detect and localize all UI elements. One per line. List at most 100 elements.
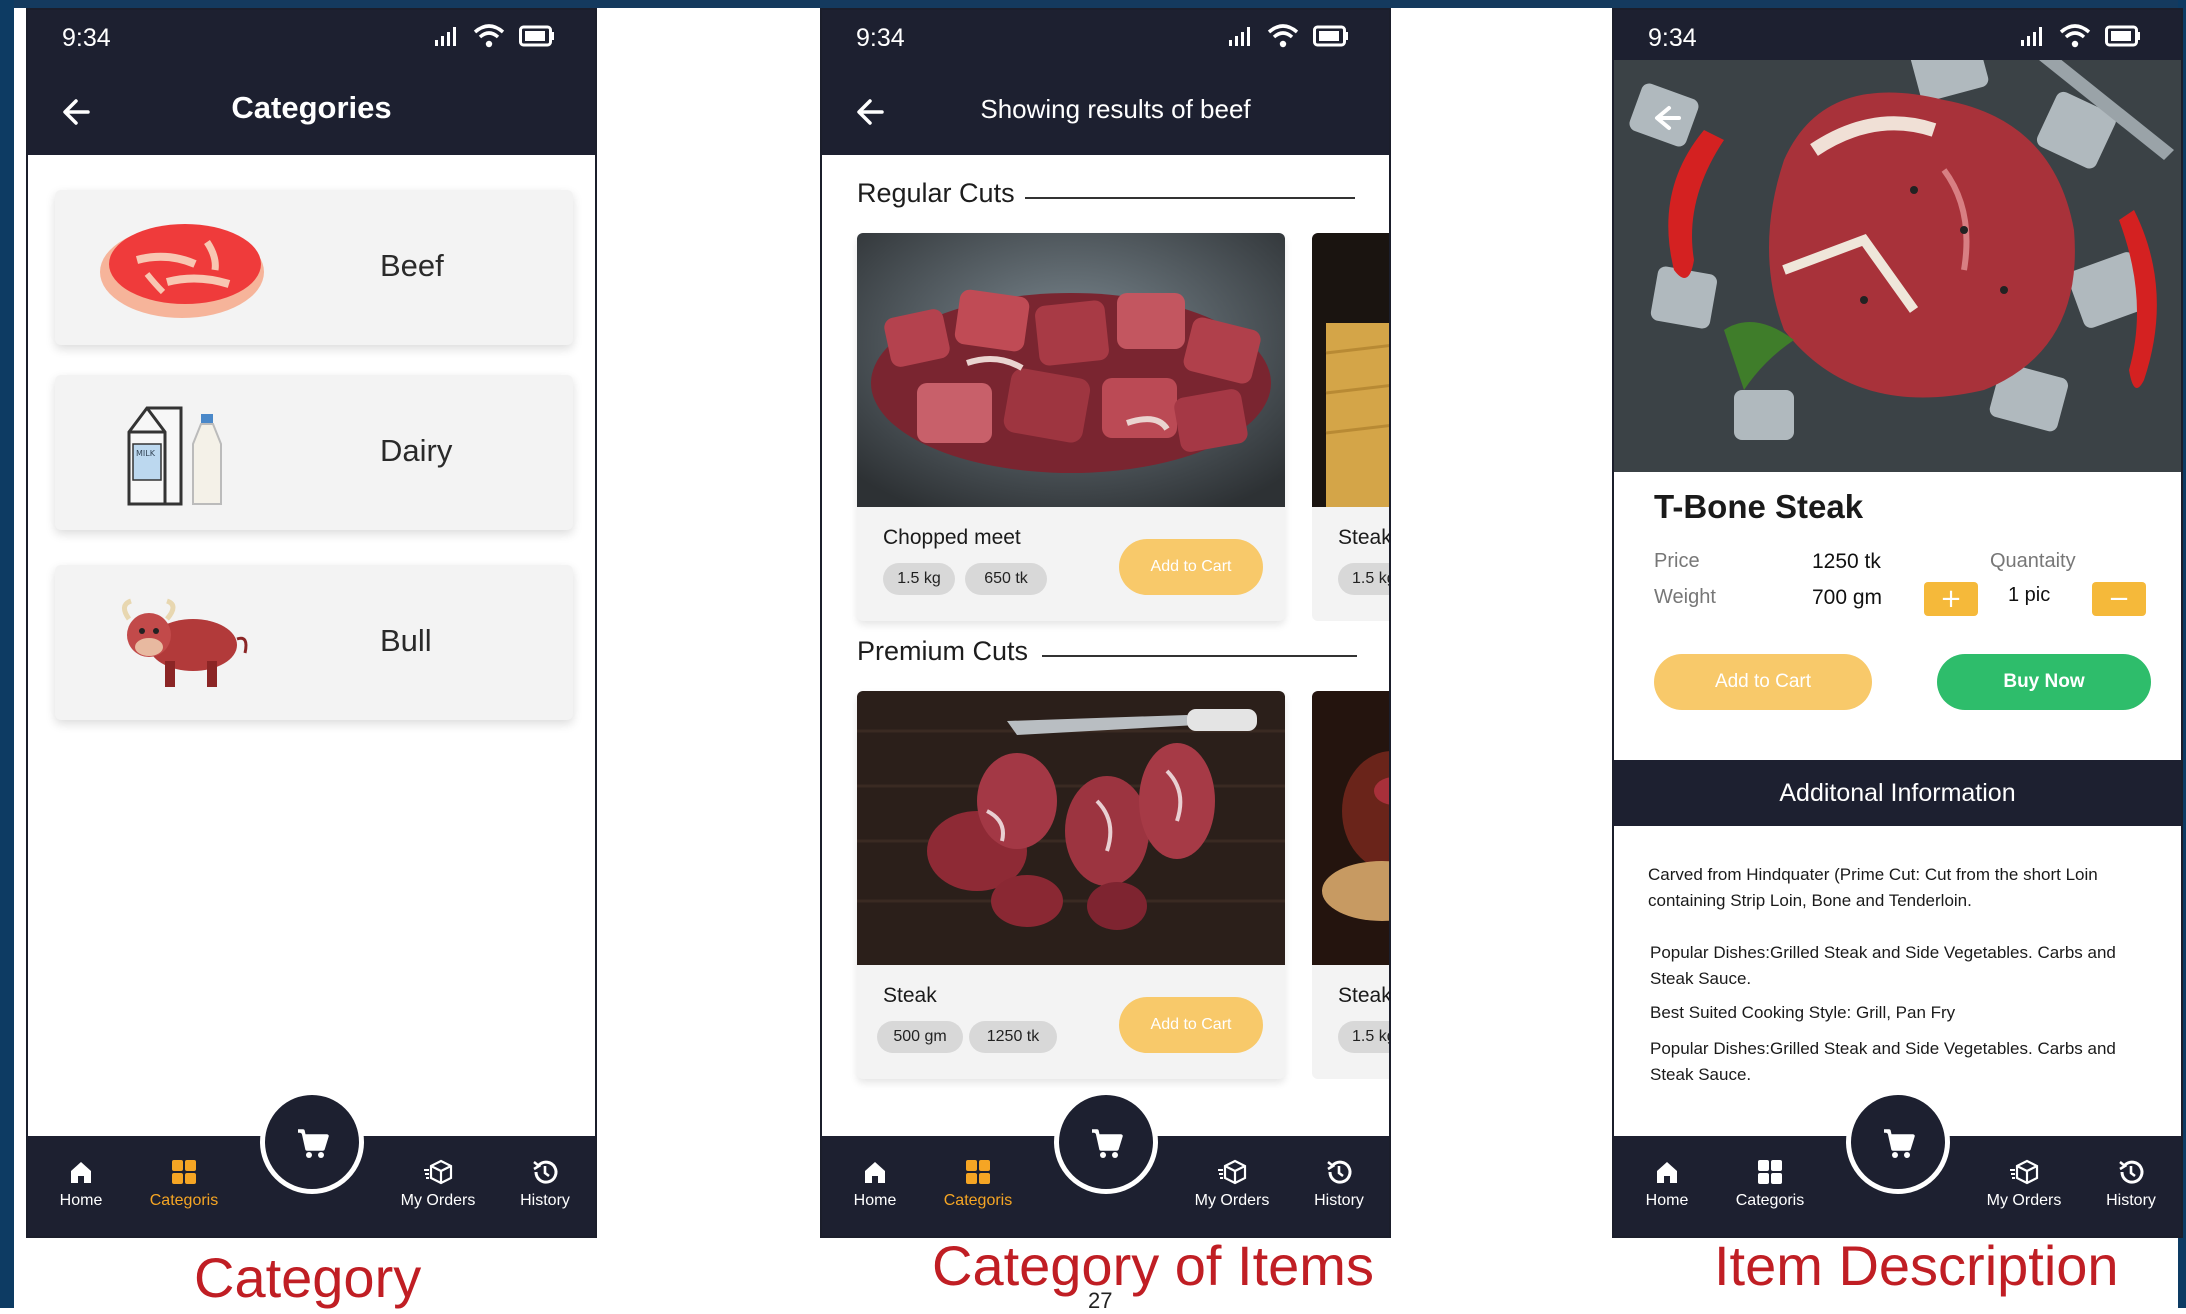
nav-home[interactable]: Home xyxy=(36,1158,126,1210)
wifi-icon xyxy=(473,24,505,48)
battery-icon xyxy=(2105,25,2140,47)
signal-icon xyxy=(1229,27,1250,46)
nav-label: Categoris xyxy=(149,1192,219,1209)
nav-label: Categoris xyxy=(1735,1192,1805,1209)
cart-icon xyxy=(1883,1129,1915,1158)
nav-history[interactable]: History xyxy=(2086,1158,2176,1210)
nav-label: Home xyxy=(59,1192,103,1209)
nav-my-orders[interactable]: My Orders xyxy=(1979,1158,2069,1210)
product-card-peek[interactable]: Steak 1.5 kg xyxy=(1312,691,1391,1079)
package-icon xyxy=(424,1159,453,1185)
product-name: Steak xyxy=(883,984,937,1007)
weight-chip: 1.5 kg xyxy=(1338,1021,1389,1053)
grid-icon xyxy=(172,1160,196,1184)
nav-categories[interactable]: Categoris xyxy=(139,1158,229,1210)
nav-my-orders[interactable]: My Orders xyxy=(393,1158,483,1210)
buy-now-button[interactable]: Buy Now xyxy=(1937,654,2151,710)
quantity-plus-button[interactable]: + xyxy=(1924,582,1978,616)
package-icon xyxy=(1218,1159,1247,1185)
nav-history[interactable]: History xyxy=(1294,1158,1384,1210)
milk-carton-text: MILK xyxy=(136,449,156,458)
product-name: Steak xyxy=(1338,984,1391,1007)
weight-chip: 500 gm xyxy=(877,1021,963,1053)
nav-my-orders[interactable]: My Orders xyxy=(1187,1158,1277,1210)
home-icon xyxy=(865,1162,885,1183)
section-title-premium: Premium Cuts xyxy=(857,636,1029,666)
wifi-icon xyxy=(2059,24,2091,48)
page-title: Categories xyxy=(231,90,392,125)
weight-chip: 1.5 kg xyxy=(883,563,955,595)
product-card-peek[interactable]: Steak 1.5 kg xyxy=(1312,233,1391,621)
grid-icon xyxy=(966,1160,990,1184)
battery-icon xyxy=(1313,25,1348,47)
nav-label: My Orders xyxy=(1194,1192,1270,1209)
app-header: 9:34 Categories xyxy=(28,10,595,155)
history-icon xyxy=(533,1160,558,1184)
product-card[interactable]: Chopped meet 1.5 kg 650 tk Add to Cart xyxy=(857,233,1285,621)
cart-button[interactable] xyxy=(1053,1090,1158,1194)
signal-icon xyxy=(435,27,456,46)
chopped-meat-image xyxy=(857,233,1285,507)
add-to-cart-button[interactable]: Add to Cart xyxy=(1119,539,1263,595)
milk-carton-icon: MILK xyxy=(127,406,222,506)
nav-categories[interactable]: Categoris xyxy=(933,1158,1023,1210)
beef-steak-icon xyxy=(100,224,264,318)
nav-categories[interactable]: Categoris xyxy=(1725,1158,1815,1210)
steak-peek-image xyxy=(1312,233,1389,507)
category-label: Dairy xyxy=(380,433,453,468)
nav-label: My Orders xyxy=(400,1192,476,1209)
category-card-dairy[interactable]: MILK Dairy xyxy=(55,375,573,530)
page-title: Showing results of beef xyxy=(980,94,1251,124)
nav-home[interactable]: Home xyxy=(830,1158,920,1210)
steak-board-image xyxy=(857,691,1285,965)
quantity-minus-button[interactable]: − xyxy=(2092,582,2146,616)
nav-label: History xyxy=(1314,1192,1364,1209)
price-chip: 650 tk xyxy=(965,563,1047,595)
status-bar: 9:34 xyxy=(28,10,595,70)
t-bone-steak-image xyxy=(1614,10,2181,472)
cart-icon xyxy=(1091,1129,1123,1158)
quantity-value: 1 pic xyxy=(2008,584,2051,606)
category-items-screen: 9:34 Showing results of beef Regular Cut… xyxy=(820,8,1391,1238)
history-icon xyxy=(2119,1160,2144,1184)
status-bar: 9:34 xyxy=(822,10,1389,70)
add-to-cart-button[interactable]: Add to Cart xyxy=(1654,654,1872,710)
nav-home[interactable]: Home xyxy=(1622,1158,1712,1210)
price-value: 1250 tk xyxy=(1812,550,1881,573)
cart-button[interactable] xyxy=(1845,1090,1950,1194)
product-title: T-Bone Steak xyxy=(1654,488,1864,525)
history-icon xyxy=(1327,1160,1352,1184)
page-top-border xyxy=(0,0,2186,8)
product-name: Steak xyxy=(1338,526,1391,549)
bottom-nav: Home Categoris My Orders History xyxy=(28,1090,595,1236)
nav-label: My Orders xyxy=(1986,1192,2062,1209)
weight-value: 700 gm xyxy=(1812,586,1883,609)
info-paragraph: Best Suited Cooking Style: Grill, Pan Fr… xyxy=(1650,1003,1956,1022)
battery-icon xyxy=(519,25,554,47)
quantity-label: Quantaity xyxy=(1990,550,2076,572)
category-label: Bull xyxy=(380,623,432,658)
status-time: 9:34 xyxy=(62,24,111,52)
section-title-regular: Regular Cuts xyxy=(857,178,1015,208)
status-time: 9:34 xyxy=(1648,24,1697,52)
signal-icon xyxy=(2021,27,2042,46)
item-description-screen: 9:34 T-Bone Steak Price 1250 tk Weight 7… xyxy=(1612,8,2183,1238)
category-card-beef[interactable]: Beef xyxy=(55,190,573,345)
weight-chip: 1.5 kg xyxy=(1338,563,1389,595)
category-card-bull[interactable]: Bull xyxy=(55,565,573,720)
nav-label: Categoris xyxy=(943,1192,1013,1209)
grid-icon xyxy=(1758,1160,1782,1184)
status-time: 9:34 xyxy=(856,24,905,52)
product-name: Chopped meet xyxy=(883,526,1021,549)
nav-history[interactable]: History xyxy=(500,1158,590,1210)
price-chip: 1250 tk xyxy=(969,1021,1057,1053)
bottom-nav: Home Categoris My Orders History xyxy=(1614,1090,2181,1236)
add-to-cart-button[interactable]: Add to Cart xyxy=(1119,997,1263,1053)
status-bar: 9:34 xyxy=(1614,10,2181,70)
info-paragraph: Popular Dishes:Grilled Steak and Side Ve… xyxy=(1650,943,2116,988)
app-header: 9:34 Showing results of beef xyxy=(822,10,1389,155)
cart-button[interactable] xyxy=(259,1090,364,1194)
steak-peek-image xyxy=(1312,691,1389,965)
product-card[interactable]: Steak 500 gm 1250 tk Add to Cart xyxy=(857,691,1285,1079)
weight-label: Weight xyxy=(1654,586,1716,608)
